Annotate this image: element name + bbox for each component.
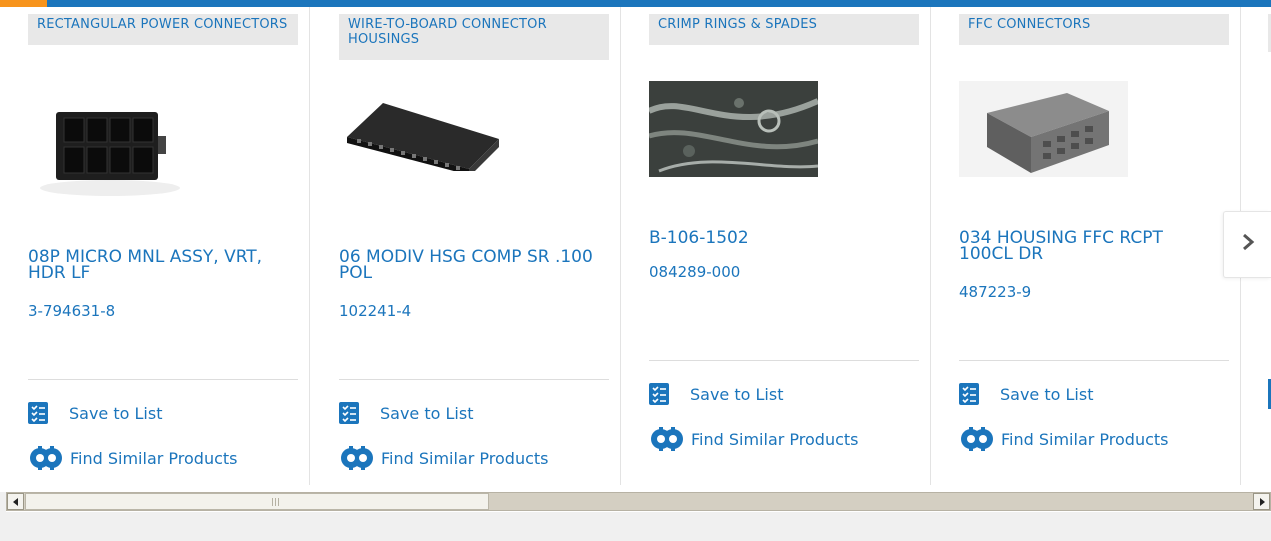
part-number[interactable]: 102241-4 bbox=[339, 302, 411, 320]
save-to-list-label: Save to List bbox=[69, 403, 163, 423]
similar-gears-icon bbox=[339, 446, 375, 470]
scroll-right-button[interactable] bbox=[1253, 493, 1270, 510]
find-similar-label: Find Similar Products bbox=[70, 448, 238, 468]
checklist-icon bbox=[28, 402, 48, 424]
similar-gears-icon bbox=[959, 427, 995, 451]
save-to-list-button[interactable]: Save to List bbox=[649, 383, 783, 405]
divider bbox=[339, 379, 609, 380]
save-to-list-button[interactable]: Save to List bbox=[959, 383, 1093, 405]
product-card: RECTANGULAR POWER CONNECTORS 08P MICRO M… bbox=[0, 7, 310, 485]
find-similar-label: Find Similar Products bbox=[691, 429, 859, 449]
product-card: CRIMP RINGS & SPADES B-106-1502 084289-0… bbox=[621, 7, 931, 485]
product-title[interactable]: B-106-1502 bbox=[649, 230, 904, 247]
category-label[interactable]: CRIMP RINGS & SPADES bbox=[649, 14, 919, 45]
horizontal-scrollbar[interactable] bbox=[6, 492, 1271, 511]
part-number[interactable]: 084289-000 bbox=[649, 263, 740, 281]
carousel-next-button[interactable] bbox=[1223, 211, 1271, 278]
grip-icon bbox=[272, 498, 280, 506]
similar-gears-icon bbox=[28, 446, 64, 470]
find-similar-button[interactable]: Find Similar Products bbox=[28, 446, 238, 470]
save-to-list-button[interactable]: Save to List bbox=[28, 402, 162, 424]
find-similar-label: Find Similar Products bbox=[1001, 429, 1169, 449]
part-number[interactable]: 3-794631-8 bbox=[28, 302, 115, 320]
product-image[interactable] bbox=[959, 81, 1128, 177]
product-carousel: RECTANGULAR POWER CONNECTORS 08P MICRO M… bbox=[0, 0, 1271, 541]
category-label[interactable]: WIRE-TO-BOARD CONNECTOR HOUSINGS bbox=[339, 14, 609, 60]
divider bbox=[649, 360, 919, 361]
save-to-list-label: Save to List bbox=[690, 384, 784, 404]
find-similar-button[interactable]: Find Similar Products bbox=[649, 427, 859, 451]
similar-gears-icon bbox=[649, 427, 685, 451]
find-similar-button[interactable]: Find Similar Products bbox=[339, 446, 549, 470]
checklist-icon bbox=[649, 383, 669, 405]
part-number[interactable]: 487223-9 bbox=[959, 283, 1031, 301]
checklist-icon bbox=[339, 402, 359, 424]
divider bbox=[959, 360, 1229, 361]
product-image[interactable] bbox=[647, 81, 820, 177]
save-to-list-label: Save to List bbox=[1000, 384, 1094, 404]
triangle-right-icon bbox=[1259, 497, 1265, 506]
find-similar-button[interactable]: Find Similar Products bbox=[959, 427, 1169, 451]
divider bbox=[28, 379, 298, 380]
page-footer-area bbox=[0, 512, 1271, 541]
top-accent-bar bbox=[0, 0, 1271, 7]
chevron-right-icon bbox=[1241, 232, 1255, 257]
category-label[interactable]: FFC CONNECTORS bbox=[959, 14, 1229, 45]
top-accent-orange bbox=[0, 0, 47, 7]
category-label[interactable]: RECTANGULAR POWER CONNECTORS bbox=[28, 14, 298, 45]
product-title[interactable]: 06 MODIV HSG COMP SR .100 POL bbox=[339, 249, 594, 282]
scrollbar-thumb[interactable] bbox=[25, 493, 489, 510]
scroll-left-button[interactable] bbox=[7, 493, 24, 510]
product-card: FFC CONNECTORS 034 HOUSING FFC RCPT 100C… bbox=[931, 7, 1241, 485]
product-image[interactable] bbox=[28, 80, 188, 200]
save-to-list-label: Save to List bbox=[380, 403, 474, 423]
checklist-icon bbox=[959, 383, 979, 405]
product-image[interactable] bbox=[339, 99, 504, 177]
save-to-list-button[interactable]: Save to List bbox=[339, 402, 473, 424]
product-card: WIRE-TO-BOARD CONNECTOR HOUSINGS 06 MODI… bbox=[311, 7, 621, 485]
find-similar-label: Find Similar Products bbox=[381, 448, 549, 468]
product-title[interactable]: 034 HOUSING FFC RCPT 100CL DR bbox=[959, 230, 1214, 263]
triangle-left-icon bbox=[12, 497, 18, 506]
product-title[interactable]: 08P MICRO MNL ASSY, VRT, HDR LF bbox=[28, 249, 283, 282]
